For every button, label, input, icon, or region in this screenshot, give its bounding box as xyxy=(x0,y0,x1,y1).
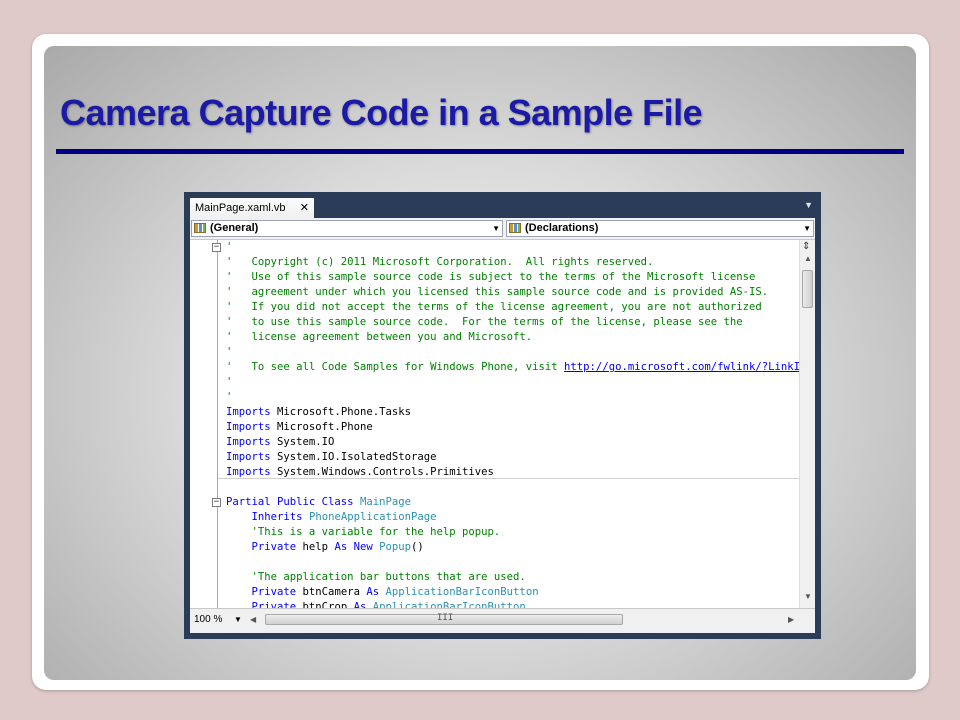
code-line[interactable]: ' agreement under which you licensed thi… xyxy=(226,285,768,300)
code-line[interactable]: Imports System.Windows.Controls.Primitiv… xyxy=(226,465,494,480)
code-token: Inherits xyxy=(226,511,303,523)
code-line[interactable]: ' Use of this sample source code is subj… xyxy=(226,270,755,285)
chevron-down-icon[interactable]: ▼ xyxy=(234,612,242,627)
code-text-area[interactable]: − − ' ' Copyright (c) 2011 Microsoft Corp… xyxy=(190,240,799,608)
code-token: 'The application bar buttons that are us… xyxy=(226,571,526,583)
tab-list-dropdown-icon[interactable]: ▼ xyxy=(804,200,813,210)
vertical-scroll-thumb[interactable] xyxy=(802,270,813,308)
class-icon xyxy=(194,223,206,233)
code-line[interactable]: 'This is a variable for the help popup. xyxy=(226,525,501,540)
editor-body: (General) ▼ (Declarations) ▼ − − ' ' Copy… xyxy=(190,218,815,633)
code-token: ' agreement under which you licensed thi… xyxy=(226,286,769,298)
code-token: 'This is a variable for the help popup. xyxy=(226,526,501,538)
code-token: Microsoft.Phone.Tasks xyxy=(270,406,411,418)
code-token: Private xyxy=(226,586,297,598)
code-token: ApplicationBarIconButton xyxy=(372,601,526,608)
code-token: ' Use of this sample source code is subj… xyxy=(226,271,756,283)
code-editor-window: MainPage.xaml.vb ✕ ▼ (General) ▼ (Declar… xyxy=(184,192,821,639)
code-token: ' xyxy=(226,346,233,358)
code-token: ' license agreement between you and Micr… xyxy=(226,331,533,343)
method-name-value: (Declarations) xyxy=(525,222,599,234)
editor-status-bar: 100 % ▼ ◀ III ▶ xyxy=(190,608,815,633)
code-token: System.IO.IsolatedStorage xyxy=(270,451,437,463)
code-token: As xyxy=(353,601,367,608)
collapse-region-icon[interactable]: − xyxy=(212,498,221,507)
code-token: ' to use this sample source code. For th… xyxy=(226,316,743,328)
code-line[interactable]: Private btnCamera As ApplicationBarIconB… xyxy=(226,585,539,600)
document-tab-bar: MainPage.xaml.vb ✕ ▼ xyxy=(184,192,821,218)
code-line[interactable]: Private btnCrop As ApplicationBarIconBut… xyxy=(226,600,526,608)
tab-label: MainPage.xaml.vb xyxy=(195,202,286,214)
scroll-right-icon[interactable]: ▶ xyxy=(788,612,794,627)
code-token: System.IO xyxy=(270,436,335,448)
method-name-dropdown[interactable]: (Declarations) ▼ xyxy=(506,220,814,237)
code-token: Imports xyxy=(226,436,271,448)
code-line[interactable]: Partial Public Class MainPage xyxy=(226,495,411,510)
grip-icon: III xyxy=(437,613,454,623)
code-token: System.Windows.Controls.Primitives xyxy=(270,466,494,478)
code-line[interactable]: Imports System.IO xyxy=(226,435,334,450)
code-token: Popup xyxy=(379,541,412,553)
code-token: PhoneApplicationPage xyxy=(308,511,437,523)
title-divider xyxy=(56,149,904,154)
chevron-down-icon: ▼ xyxy=(492,224,500,233)
member-icon xyxy=(509,223,521,233)
code-token: MainPage xyxy=(359,496,411,508)
splitter-icon[interactable]: ⇕ xyxy=(802,241,810,252)
code-token: btnCrop xyxy=(296,601,354,608)
code-line[interactable]: ' Copyright (c) 2011 Microsoft Corporati… xyxy=(226,255,653,270)
code-token: As New xyxy=(334,541,373,553)
navigation-bar: (General) ▼ (Declarations) ▼ xyxy=(190,218,815,240)
code-line[interactable]: ' xyxy=(226,345,232,360)
code-line[interactable]: ' xyxy=(226,240,232,255)
vertical-scrollbar[interactable]: ⇕ ▲ ▼ xyxy=(799,240,815,608)
code-token: ' xyxy=(226,376,233,388)
code-line[interactable]: Imports Microsoft.Phone.Tasks xyxy=(226,405,411,420)
class-name-dropdown[interactable]: (General) ▼ xyxy=(191,220,503,237)
code-token: btnCamera xyxy=(296,586,367,598)
horizontal-scroll-thumb[interactable]: III xyxy=(265,613,623,625)
code-line[interactable]: Imports System.IO.IsolatedStorage xyxy=(226,450,436,465)
collapse-region-icon[interactable]: − xyxy=(212,243,221,252)
code-token: ' If you did not accept the terms of the… xyxy=(226,301,762,313)
zoom-value: 100 % xyxy=(194,614,223,625)
code-token: () xyxy=(411,541,424,553)
slide-title: Camera Capture Code in a Sample File xyxy=(60,92,703,133)
code-line[interactable]: ' To see all Code Samples for Windows Ph… xyxy=(226,360,799,375)
code-token: ' xyxy=(226,391,233,403)
code-token: ApplicationBarIconButton xyxy=(385,586,539,598)
code-line[interactable]: Imports Microsoft.Phone xyxy=(226,420,373,435)
code-token: As xyxy=(366,586,380,598)
code-line[interactable]: ' xyxy=(226,390,232,405)
scroll-down-icon[interactable]: ▼ xyxy=(804,592,812,601)
scroll-up-icon[interactable]: ▲ xyxy=(804,254,812,263)
code-line[interactable]: 'The application bar buttons that are us… xyxy=(226,570,526,585)
code-hyperlink[interactable]: http://go.microsoft.com/fwlink/?LinkID=2… xyxy=(564,361,799,373)
code-token: Private xyxy=(226,541,297,553)
code-token: Partial Public Class xyxy=(226,496,354,508)
code-token: Imports xyxy=(226,451,271,463)
code-line[interactable]: Inherits PhoneApplicationPage xyxy=(226,510,437,525)
scroll-left-icon[interactable]: ◀ xyxy=(250,612,256,627)
outline-gutter xyxy=(217,240,218,608)
code-token: Microsoft.Phone xyxy=(270,421,373,433)
code-line[interactable]: ' to use this sample source code. For th… xyxy=(226,315,743,330)
code-token: ' To see all Code Samples for Windows Ph… xyxy=(226,361,565,373)
code-token: Imports xyxy=(226,406,271,418)
code-token: Imports xyxy=(226,466,271,478)
code-line[interactable]: ' If you did not accept the terms of the… xyxy=(226,300,762,315)
chevron-down-icon: ▼ xyxy=(803,224,811,233)
close-icon[interactable]: ✕ xyxy=(300,198,309,218)
code-token: Imports xyxy=(226,421,271,433)
code-line[interactable]: ' license agreement between you and Micr… xyxy=(226,330,532,345)
code-token: help xyxy=(296,541,335,553)
code-line[interactable]: ' xyxy=(226,375,232,390)
code-line[interactable]: Private help As New Popup() xyxy=(226,540,424,555)
code-token: ' Copyright (c) 2011 Microsoft Corporati… xyxy=(226,256,654,268)
code-token: ' xyxy=(226,241,233,253)
class-name-value: (General) xyxy=(210,222,259,234)
tab-mainpage-xaml-vb[interactable]: MainPage.xaml.vb ✕ xyxy=(190,198,314,218)
code-token: Private xyxy=(226,601,297,608)
